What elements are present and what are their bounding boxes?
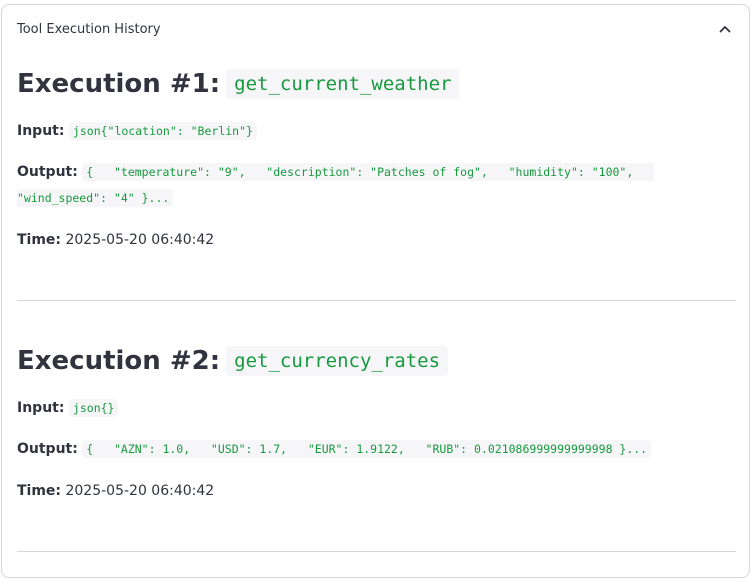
execution-title: Execution #1: get_current_weather [17,64,736,104]
input-value: json{"location": "Berlin"} [68,122,257,140]
execution-number: Execution #2: [17,346,221,376]
input-row: Input: json{} [17,395,736,421]
output-row: Output: { "temperature": "9", "descripti… [17,159,677,211]
time-value: 2025-05-20 06:40:42 [65,232,215,248]
input-label: Input: [17,123,65,139]
time-value: 2025-05-20 06:40:42 [65,483,215,499]
execution-title: Execution #2: get_currency_rates [17,341,736,381]
time-row: Time: 2025-05-20 06:40:42 [17,478,736,504]
execution-number: Execution #1: [17,69,221,99]
divider [17,300,736,301]
output-value: { "temperature": "9", "description": "Pa… [17,163,655,207]
output-row: Output: { "AZN": 1.0, "USD": 1.7, "EUR":… [17,436,736,462]
execution-block: Execution #2: get_currency_rates [17,341,736,381]
divider [17,551,736,552]
tool-name: get_current_weather [226,69,460,99]
input-row: Input: json{"location": "Berlin"} [17,118,736,144]
execution-block: Execution #1: get_current_weather [17,64,736,104]
tool-name: get_currency_rates [226,346,449,376]
chevron-up-icon[interactable] [717,21,733,37]
time-row: Time: 2025-05-20 06:40:42 [17,227,736,253]
input-label: Input: [17,400,65,416]
expander-header[interactable]: Tool Execution History [2,5,749,53]
time-label: Time: [17,483,62,499]
output-label: Output: [17,164,78,180]
output-label: Output: [17,441,78,457]
output-value: { "AZN": 1.0, "USD": 1.7, "EUR": 1.9122,… [82,440,652,458]
time-label: Time: [17,232,62,248]
input-value: json{} [68,399,119,417]
tool-execution-history-expander: Tool Execution History Execution #1: get… [1,4,750,578]
expander-title: Tool Execution History [17,21,161,37]
